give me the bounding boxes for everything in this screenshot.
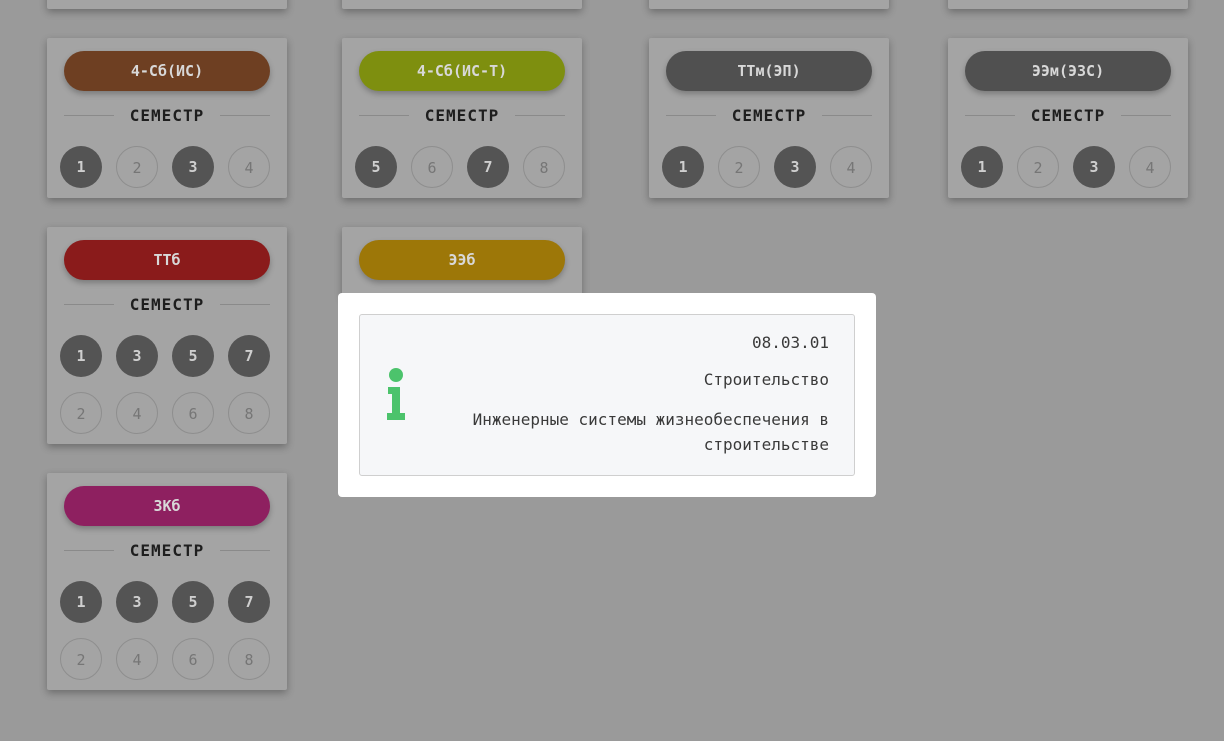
semester-button[interactable]: 3 [116,335,158,377]
program-card-stub [47,0,287,9]
program-card: ЗКб СЕМЕСТР 1 3 5 7 2 4 6 8 [47,473,287,690]
semester-label: СЕМЕСТР [1030,105,1106,125]
program-card: 4-Сб(ИС-Т) СЕМЕСТР 5 6 7 8 [342,38,582,198]
semester-row: 5678 [355,146,569,188]
program-card-stub [948,0,1188,9]
semester-row: 1234 [662,146,876,188]
semester-button[interactable]: 6 [172,638,214,680]
program-pill[interactable]: ТТм(ЭП) [666,51,872,91]
semester-button[interactable]: 3 [116,581,158,623]
program-card: ЭЭм(ЭЗС) СЕМЕСТР 1 2 3 4 [948,38,1188,198]
semester-button[interactable]: 6 [172,392,214,434]
semester-row: 1357 [60,335,274,377]
semester-button[interactable]: 7 [228,335,270,377]
semester-divider: СЕМЕСТР [666,104,872,126]
semester-divider: СЕМЕСТР [965,104,1171,126]
semester-button[interactable]: 5 [355,146,397,188]
program-card-stub [649,0,889,9]
semester-label: СЕМЕСТР [129,294,205,314]
semester-button[interactable]: 4 [830,146,872,188]
program-card-stub [342,0,582,9]
semester-button[interactable]: 5 [172,581,214,623]
semester-button[interactable]: 7 [228,581,270,623]
semester-button[interactable]: 4 [228,146,270,188]
semester-button[interactable]: 5 [172,335,214,377]
semester-button[interactable]: 7 [467,146,509,188]
info-modal: 08.03.01 Строительство Инженерные систем… [338,293,876,497]
semester-divider: СЕМЕСТР [359,104,565,126]
semester-divider: СЕМЕСТР [64,539,270,561]
semester-button[interactable]: 3 [1073,146,1115,188]
semester-label: СЕМЕСТР [129,105,205,125]
semester-button[interactable]: 8 [228,392,270,434]
semester-button[interactable]: 1 [60,146,102,188]
semester-button[interactable]: 4 [116,392,158,434]
semester-button[interactable]: 2 [60,392,102,434]
semester-button[interactable]: 1 [662,146,704,188]
program-card: 4-Сб(ИС) СЕМЕСТР 1 2 3 4 [47,38,287,198]
program-pill[interactable]: ЭЭм(ЭЗС) [965,51,1171,91]
program-pill[interactable]: ТТб [64,240,270,280]
semester-row: 1234 [961,146,1175,188]
program-card: ТТм(ЭП) СЕМЕСТР 1 2 3 4 [649,38,889,198]
info-icon [387,368,405,420]
semester-row: 1357 [60,581,274,623]
semester-button[interactable]: 4 [116,638,158,680]
program-direction: Строительство [703,370,829,389]
semester-button[interactable]: 8 [523,146,565,188]
semester-button[interactable]: 2 [718,146,760,188]
semester-row: 2468 [60,638,274,680]
semester-button[interactable]: 8 [228,638,270,680]
semester-button[interactable]: 1 [961,146,1003,188]
semester-button[interactable]: 2 [1017,146,1059,188]
program-profile: Инженерные системы жизнеобеспечения в ст… [472,410,829,454]
semester-label: СЕМЕСТР [424,105,500,125]
semester-button[interactable]: 3 [774,146,816,188]
semester-button[interactable]: 2 [116,146,158,188]
program-pill[interactable]: 4-Сб(ИС) [64,51,270,91]
semester-divider: СЕМЕСТР [64,293,270,315]
semester-label: СЕМЕСТР [731,105,807,125]
semester-button[interactable]: 1 [60,335,102,377]
semester-row: 2468 [60,392,274,434]
semester-button[interactable]: 4 [1129,146,1171,188]
info-box: 08.03.01 Строительство Инженерные систем… [359,314,855,476]
semester-divider: СЕМЕСТР [64,104,270,126]
program-card: ТТб СЕМЕСТР 1 3 5 7 2 4 6 8 [47,227,287,444]
semester-button[interactable]: 3 [172,146,214,188]
semester-button[interactable]: 6 [411,146,453,188]
semester-button[interactable]: 2 [60,638,102,680]
semester-label: СЕМЕСТР [129,540,205,560]
program-card: ЭЭб [342,227,582,297]
program-pill[interactable]: ЭЭб [359,240,565,280]
semester-row: 1234 [60,146,274,188]
program-pill[interactable]: 4-Сб(ИС-Т) [359,51,565,91]
program-pill[interactable]: ЗКб [64,486,270,526]
semester-button[interactable]: 1 [60,581,102,623]
program-code: 08.03.01 [751,333,829,352]
